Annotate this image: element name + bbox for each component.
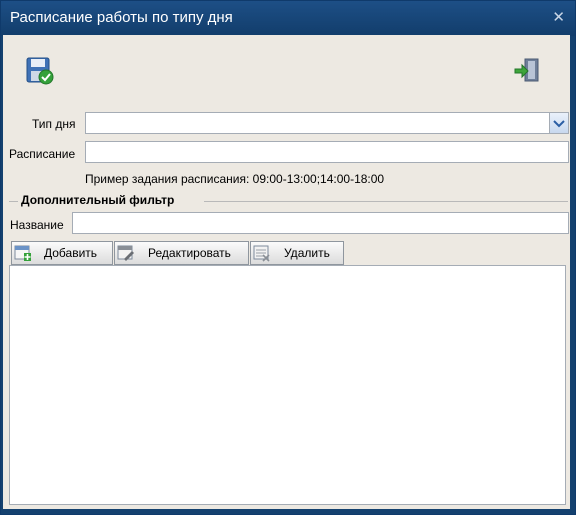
- edit-button[interactable]: Редактировать: [114, 241, 249, 265]
- delete-button[interactable]: Удалить: [250, 241, 344, 265]
- filter-legend: Дополнительный фильтр: [21, 193, 175, 207]
- save-button[interactable]: [25, 56, 55, 86]
- title-bar[interactable]: Расписание работы по типу дня ✕: [1, 1, 575, 36]
- chevron-down-icon: [553, 120, 565, 128]
- add-button[interactable]: Добавить: [11, 241, 113, 265]
- name-label: Название: [10, 218, 64, 232]
- close-icon[interactable]: ✕: [552, 8, 565, 26]
- edit-row-icon: [117, 245, 134, 261]
- filter-divider-right: [204, 201, 568, 202]
- combo-dropdown-button[interactable]: [549, 113, 568, 133]
- delete-button-label: Удалить: [284, 246, 330, 260]
- edit-button-label: Редактировать: [148, 246, 231, 260]
- add-button-label: Добавить: [44, 246, 98, 260]
- day-type-label: Тип дня: [32, 117, 76, 131]
- items-list[interactable]: [9, 265, 566, 505]
- window-title: Расписание работы по типу дня: [10, 9, 233, 26]
- exit-button[interactable]: [513, 57, 541, 85]
- add-row-icon: [14, 245, 31, 261]
- schedule-example-text: Пример задания расписания: 09:00-13:00;1…: [85, 172, 385, 186]
- delete-row-icon: [253, 245, 270, 262]
- schedule-input[interactable]: [85, 141, 569, 163]
- exit-icon: [514, 58, 539, 82]
- save-icon: [26, 57, 54, 85]
- day-type-combobox[interactable]: [85, 112, 569, 134]
- name-input[interactable]: [72, 212, 569, 234]
- schedule-label: Расписание: [9, 147, 76, 161]
- filter-divider-left: [9, 201, 18, 202]
